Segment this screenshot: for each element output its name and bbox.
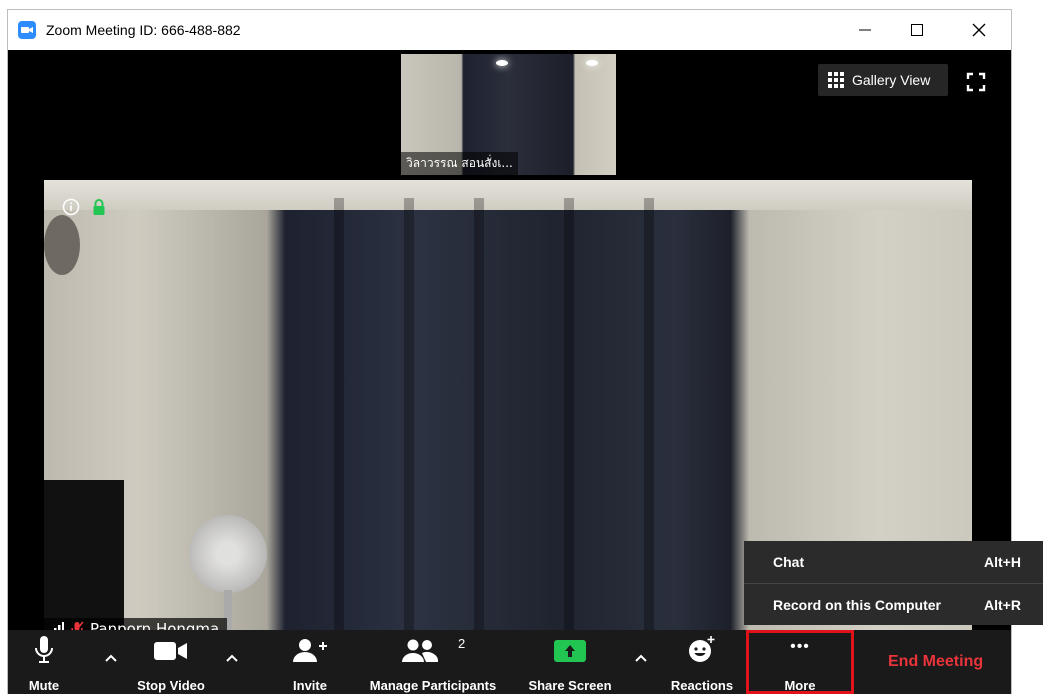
mic-icon bbox=[35, 636, 53, 663]
minimize-button[interactable] bbox=[842, 10, 888, 50]
participant-thumbnail[interactable]: วิลาวรรณ สอนสั่งเ... bbox=[401, 54, 616, 175]
manage-participants-label: Manage Participants bbox=[369, 678, 497, 693]
share-arrow-icon bbox=[554, 640, 586, 662]
fullscreen-button[interactable] bbox=[966, 72, 986, 92]
mute-button[interactable]: Mute bbox=[24, 630, 64, 694]
gallery-view-button[interactable]: Gallery View bbox=[818, 64, 948, 96]
more-button-highlight bbox=[746, 630, 854, 694]
zoom-logo-icon bbox=[18, 21, 36, 39]
video-background bbox=[334, 198, 344, 640]
participants-icon bbox=[402, 639, 438, 662]
mute-label: Mute bbox=[28, 678, 60, 693]
participant-count-badge: 2 bbox=[458, 636, 466, 651]
maximize-button[interactable] bbox=[894, 10, 940, 50]
video-background bbox=[44, 180, 972, 210]
menu-item-shortcut: Alt+H bbox=[984, 554, 1021, 570]
video-background bbox=[564, 198, 574, 640]
ceiling-light bbox=[496, 60, 508, 66]
menu-item-record[interactable]: Record on this Computer Alt+R bbox=[744, 584, 1043, 626]
thumbnail-name-label: วิลาวรรณ สอนสั่งเ... bbox=[401, 152, 518, 175]
reactions-label: Reactions bbox=[670, 678, 734, 693]
caret-up-icon[interactable] bbox=[226, 654, 238, 662]
video-background bbox=[44, 480, 124, 630]
video-background bbox=[644, 198, 654, 640]
video-background bbox=[474, 198, 484, 640]
manage-participants-button[interactable]: 2 Manage Participants bbox=[360, 630, 506, 694]
close-button[interactable] bbox=[956, 10, 1002, 50]
stop-video-button[interactable]: Stop Video bbox=[126, 630, 216, 694]
video-camera-icon bbox=[154, 642, 187, 660]
menu-item-label: Chat bbox=[773, 554, 805, 570]
title-bar: Zoom Meeting ID: 666-488-882 bbox=[8, 10, 1011, 50]
menu-item-shortcut: Alt+R bbox=[984, 597, 1021, 613]
gallery-grid-icon bbox=[828, 72, 844, 88]
meeting-info-icons bbox=[62, 198, 106, 216]
more-menu: Chat Alt+H Record on this Computer Alt+R bbox=[744, 541, 1043, 625]
reactions-button[interactable]: Reactions bbox=[662, 630, 742, 694]
maximize-icon bbox=[911, 24, 923, 36]
minimize-icon bbox=[859, 29, 871, 31]
gallery-view-label: Gallery View bbox=[852, 72, 931, 88]
invite-button[interactable]: Invite bbox=[280, 630, 340, 694]
meeting-toolbar: Mute Stop Video Invite 2 Manage Particip… bbox=[8, 630, 1011, 694]
caret-up-icon[interactable] bbox=[635, 654, 647, 662]
reactions-icon bbox=[689, 636, 715, 662]
share-screen-label: Share Screen bbox=[528, 678, 612, 693]
info-icon[interactable] bbox=[62, 198, 80, 216]
window-title: Zoom Meeting ID: 666-488-882 bbox=[46, 22, 241, 38]
caret-up-icon[interactable] bbox=[105, 654, 117, 662]
stop-video-label: Stop Video bbox=[137, 678, 205, 693]
ceiling-light bbox=[586, 60, 598, 66]
close-icon bbox=[972, 23, 986, 37]
fullscreen-icon bbox=[966, 72, 986, 92]
video-background bbox=[189, 515, 267, 593]
add-person-icon bbox=[293, 639, 327, 662]
video-background bbox=[404, 198, 414, 640]
menu-item-chat[interactable]: Chat Alt+H bbox=[744, 541, 1043, 583]
lock-icon[interactable] bbox=[92, 198, 106, 216]
share-screen-button[interactable]: Share Screen bbox=[520, 630, 620, 694]
invite-label: Invite bbox=[293, 678, 327, 693]
video-background bbox=[44, 215, 80, 275]
menu-item-label: Record on this Computer bbox=[773, 597, 942, 613]
end-meeting-button[interactable]: End Meeting bbox=[888, 630, 983, 694]
